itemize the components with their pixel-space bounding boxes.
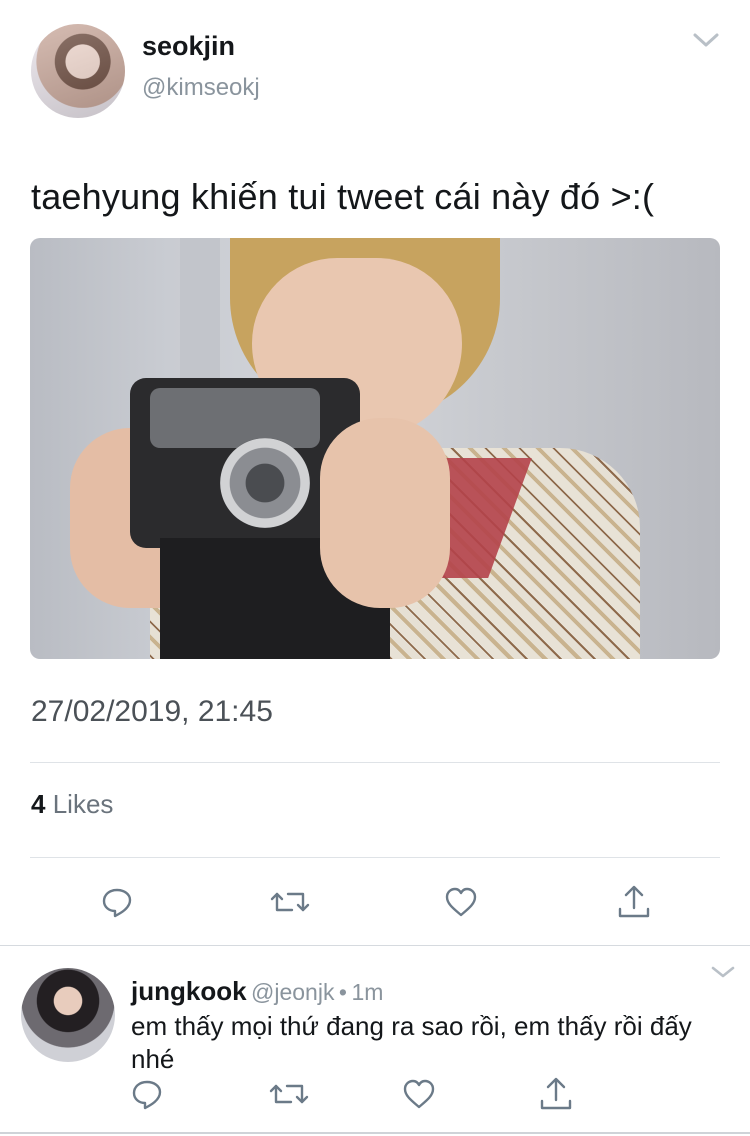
reply-header: jungkook @jeonjk • 1m (131, 976, 383, 1007)
share-icon[interactable] (617, 884, 651, 920)
reply-author-avatar[interactable] (21, 968, 115, 1062)
author-display-name[interactable]: seokjin (142, 31, 235, 62)
section-separator (0, 945, 750, 946)
likes-summary[interactable]: 4 Likes (31, 789, 113, 820)
reply-author-handle[interactable]: @jeonjk (251, 979, 334, 1005)
retweet-icon[interactable] (270, 886, 310, 918)
retweet-icon[interactable] (269, 1078, 309, 1110)
reply-icon[interactable] (101, 886, 133, 918)
tweet-media[interactable] (30, 238, 720, 659)
reply-time[interactable]: 1m (351, 979, 383, 1005)
divider (30, 857, 720, 858)
bottom-border (0, 1132, 750, 1134)
likes-label: Likes (52, 789, 114, 819)
share-icon[interactable] (539, 1076, 573, 1112)
chevron-down-icon[interactable] (692, 30, 719, 52)
reply-dot-separator: • (338, 979, 347, 1005)
reply-text: em thấy mọi thứ đang ra sao rồi, em thấy… (131, 1011, 692, 1074)
like-icon[interactable] (444, 886, 478, 918)
divider (30, 762, 720, 763)
tweet-timestamp[interactable]: 27/02/2019, 21:45 (31, 695, 273, 729)
author-avatar[interactable] (31, 24, 125, 118)
author-handle[interactable]: @kimseokj (142, 74, 260, 102)
reply-icon[interactable] (131, 1078, 163, 1110)
reply-author-name[interactable]: jungkook (131, 976, 247, 1006)
likes-count: 4 (31, 789, 46, 819)
tweet-text: taehyung khiến tui tweet cái này đó >:( (31, 176, 655, 217)
chevron-down-icon[interactable] (710, 964, 735, 986)
like-icon[interactable] (402, 1078, 436, 1110)
